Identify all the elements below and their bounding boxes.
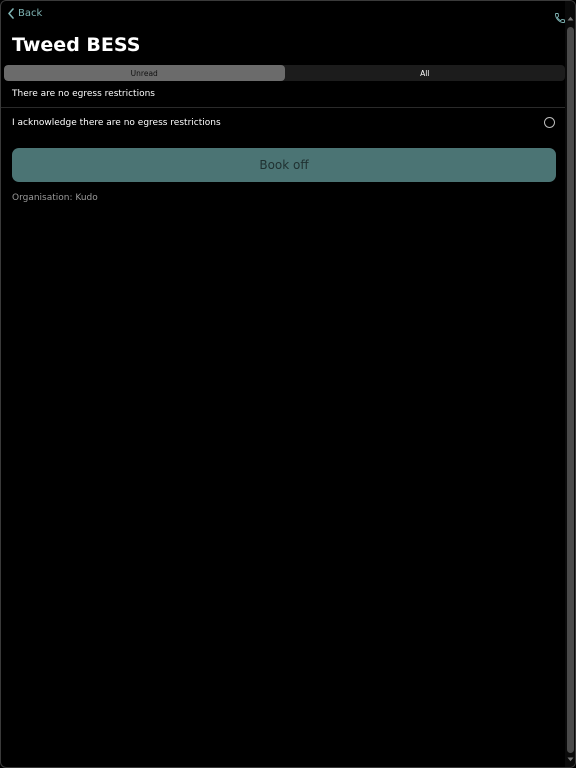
acknowledge-radio[interactable] — [544, 117, 555, 128]
tab-all[interactable]: All — [285, 65, 566, 81]
scroll-thumb[interactable] — [567, 27, 574, 753]
divider — [1, 107, 565, 108]
back-button[interactable]: Back — [7, 8, 42, 19]
organisation-text: Organisation: Kudo — [12, 193, 98, 203]
book-off-button[interactable]: Book off — [12, 148, 556, 182]
tab-unread[interactable]: Unread — [4, 65, 285, 81]
scrollbar[interactable] — [565, 1, 575, 767]
top-bar: Back — [1, 1, 565, 33]
back-label: Back — [18, 8, 43, 19]
acknowledge-row[interactable]: I acknowledge there are no egress restri… — [1, 109, 565, 139]
notice-text: There are no egress restrictions — [12, 89, 155, 99]
app-window: Back Tweed BESS Unread All There are no … — [0, 0, 576, 768]
filter-tabs: Unread All — [4, 65, 565, 81]
chevron-left-icon — [7, 8, 15, 19]
scroll-up-icon[interactable] — [567, 15, 574, 22]
scroll-down-icon[interactable] — [567, 756, 574, 763]
page-title: Tweed BESS — [12, 34, 141, 56]
acknowledge-label: I acknowledge there are no egress restri… — [12, 118, 221, 128]
